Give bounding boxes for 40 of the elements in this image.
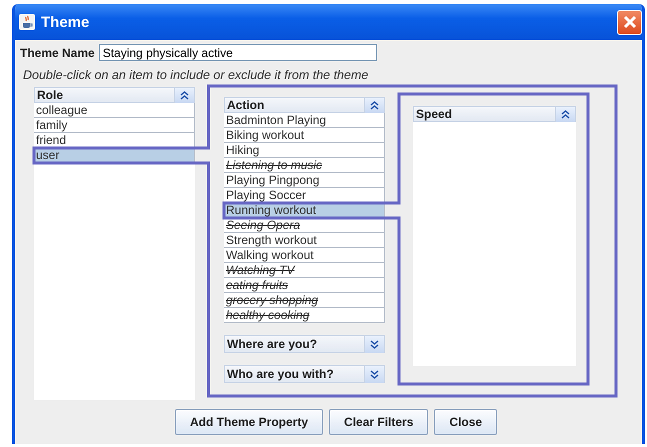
list-item[interactable]: colleague bbox=[34, 103, 195, 118]
double-chevron-up-icon bbox=[561, 110, 570, 119]
list-item[interactable]: eating fruits bbox=[224, 278, 385, 293]
instruction-text: Double-click on an item to include or exclude it from the theme bbox=[23, 68, 370, 84]
column-header: Role bbox=[36, 88, 64, 102]
expand-button[interactable] bbox=[364, 336, 384, 353]
list-item[interactable]: Strength workout bbox=[224, 233, 385, 248]
dialog-button[interactable]: Add Theme Property bbox=[175, 409, 324, 435]
list-item[interactable]: family bbox=[34, 118, 195, 133]
list-item[interactable]: Watching TV bbox=[224, 263, 385, 278]
list-item[interactable]: Playing Pingpong bbox=[224, 173, 385, 188]
panel-header: Where are you? bbox=[226, 336, 318, 352]
column-header: Action bbox=[226, 98, 266, 112]
collapse-button[interactable] bbox=[555, 107, 575, 122]
list-item[interactable]: Playing Soccer bbox=[224, 188, 385, 203]
double-chevron-up-icon bbox=[370, 101, 379, 110]
collapse-button[interactable] bbox=[174, 88, 194, 103]
panel-header: Who are you with? bbox=[226, 366, 335, 382]
list-item[interactable]: friend bbox=[34, 133, 195, 148]
list-item[interactable]: healthy cooking bbox=[224, 308, 385, 323]
column-header: Speed bbox=[415, 107, 454, 121]
double-chevron-down-icon bbox=[370, 340, 379, 349]
list-item[interactable]: Badminton Playing bbox=[224, 113, 385, 128]
expand-button[interactable] bbox=[364, 366, 384, 383]
list-item[interactable]: Listening to music bbox=[224, 158, 385, 173]
double-chevron-down-icon bbox=[370, 370, 379, 379]
list-item[interactable]: Hiking bbox=[224, 143, 385, 158]
close-button[interactable] bbox=[617, 10, 642, 34]
coffee-cup-icon bbox=[19, 14, 35, 30]
double-chevron-up-icon bbox=[180, 91, 189, 100]
close-icon bbox=[622, 15, 636, 29]
dialog-button[interactable]: Close bbox=[434, 409, 498, 435]
field-label: Theme Name bbox=[20, 46, 95, 60]
collapse-button[interactable] bbox=[364, 98, 384, 113]
list-item[interactable]: Biking workout bbox=[224, 128, 385, 143]
list-item[interactable]: Walking workout bbox=[224, 248, 385, 263]
window-title: Theme bbox=[41, 14, 90, 30]
dialog-button[interactable]: Clear Filters bbox=[329, 409, 428, 435]
theme-name-field[interactable]: Staying physically active bbox=[98, 44, 377, 61]
list-item[interactable]: grocery shopping bbox=[224, 293, 385, 308]
